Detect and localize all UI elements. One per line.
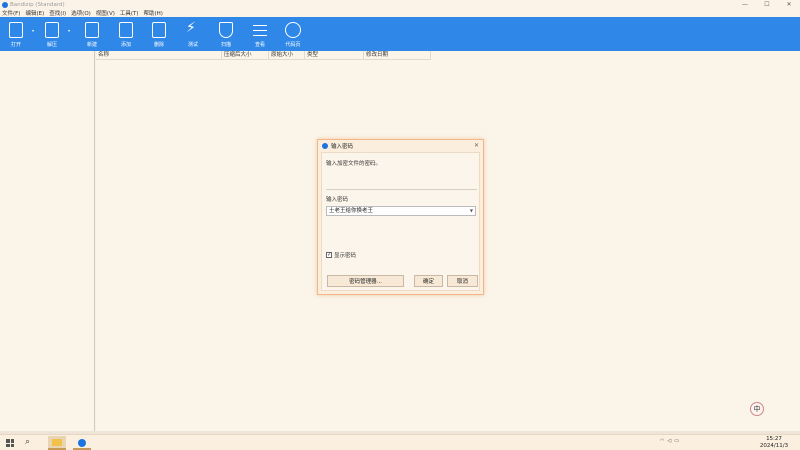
column-compressed-size[interactable]: 压缩后大小 bbox=[222, 51, 269, 60]
cancel-button[interactable]: 取消 bbox=[447, 275, 478, 287]
ok-button[interactable]: 确定 bbox=[414, 275, 443, 287]
password-value: 土老王给你换老王 bbox=[329, 208, 374, 214]
lightning-icon bbox=[186, 20, 200, 38]
divider bbox=[326, 189, 477, 190]
system-tray: ◠ ◁ ▭ bbox=[660, 438, 682, 444]
menu-find[interactable]: 查找(I) bbox=[49, 9, 66, 17]
search-icon[interactable]: ⌕ bbox=[25, 437, 30, 447]
bandizip-taskbar-icon[interactable] bbox=[73, 436, 91, 450]
open-icon bbox=[9, 22, 23, 38]
delete-button[interactable]: 删除 bbox=[144, 20, 174, 50]
windows-start-icon[interactable] bbox=[6, 439, 14, 447]
show-password-label: 显示密码 bbox=[334, 253, 357, 259]
new-archive-button[interactable]: 新建 bbox=[77, 20, 107, 50]
scan-button[interactable]: 扫描 bbox=[211, 20, 241, 50]
minimize-button[interactable]: — bbox=[734, 0, 756, 9]
shield-icon bbox=[219, 22, 233, 38]
column-name[interactable]: 名称 bbox=[96, 51, 222, 60]
file-explorer-icon[interactable] bbox=[48, 436, 66, 450]
toolbar: 打开 ▾ 解压 ▾ 新建 添加 删除 测试 扫描 查看 代码页 bbox=[0, 17, 800, 51]
chevron-down-icon[interactable]: ▼ bbox=[470, 207, 473, 215]
open-button[interactable]: 打开 ▾ bbox=[1, 20, 34, 50]
clock[interactable]: 15:27 2024/11/3 bbox=[754, 436, 794, 449]
folder-tree-pane[interactable] bbox=[0, 51, 95, 431]
column-headers: 名称 压缩后大小 原始大小 类型 修改日期 bbox=[96, 51, 431, 60]
menu-bar: 文件(F) 编辑(E) 查找(I) 选项(O) 视图(V) 工具(T) 帮助(H… bbox=[0, 9, 800, 17]
chevron-down-icon[interactable]: ▾ bbox=[32, 28, 34, 33]
window-title: Bandizip (Standard) bbox=[10, 1, 65, 8]
extract-icon bbox=[45, 22, 59, 38]
menu-options[interactable]: 选项(O) bbox=[71, 9, 91, 17]
show-password-option[interactable]: ✓ 显示密码 bbox=[326, 251, 356, 259]
battery-icon[interactable]: ▭ bbox=[674, 438, 679, 444]
menu-file[interactable]: 文件(F) bbox=[2, 9, 20, 17]
password-label: 输入密码 bbox=[326, 197, 349, 203]
add-file-icon bbox=[119, 22, 133, 38]
delete-file-icon bbox=[152, 22, 166, 38]
maximize-button[interactable]: ☐ bbox=[756, 0, 778, 9]
show-password-checkbox[interactable]: ✓ bbox=[326, 252, 332, 258]
menu-view[interactable]: 视图(V) bbox=[96, 9, 115, 17]
globe-icon bbox=[285, 22, 301, 38]
password-input[interactable]: 土老王给你换老王 ▼ bbox=[326, 206, 476, 216]
dialog-title-bar: 输入密码 bbox=[318, 140, 483, 151]
column-type[interactable]: 类型 bbox=[305, 51, 364, 60]
dialog-body: 输入加密文件的密码。 输入密码 土老王给你换老王 ▼ ✓ 显示密码 密码管理器.… bbox=[321, 152, 480, 291]
chevron-down-icon[interactable]: ▾ bbox=[68, 28, 70, 33]
ime-indicator[interactable]: 中 bbox=[750, 402, 764, 416]
password-dialog: 输入密码 ✕ 输入加密文件的密码。 输入密码 土老王给你换老王 ▼ ✓ 显示密码… bbox=[317, 139, 484, 295]
window-controls: — ☐ ✕ bbox=[734, 0, 800, 9]
menu-tools[interactable]: 工具(T) bbox=[120, 9, 139, 17]
menu-edit[interactable]: 编辑(E) bbox=[25, 9, 44, 17]
dialog-prompt: 输入加密文件的密码。 bbox=[326, 161, 382, 167]
menu-help[interactable]: 帮助(H) bbox=[144, 9, 163, 17]
wifi-icon[interactable]: ◠ bbox=[660, 438, 664, 444]
title-bar: Bandizip (Standard) — ☐ ✕ bbox=[0, 0, 800, 9]
bandizip-logo-icon bbox=[2, 1, 8, 8]
view-button[interactable]: 查看 bbox=[245, 20, 275, 50]
list-icon bbox=[253, 22, 267, 38]
taskbar: ⌕ ◠ ◁ ▭ 15:27 2024/11/3 bbox=[0, 434, 800, 450]
test-button[interactable]: 测试 bbox=[178, 20, 208, 50]
password-manager-button[interactable]: 密码管理器... bbox=[327, 275, 404, 287]
column-original-size[interactable]: 原始大小 bbox=[269, 51, 305, 60]
dialog-close-icon[interactable]: ✕ bbox=[474, 142, 479, 149]
clock-date: 2024/11/3 bbox=[759, 442, 789, 449]
add-button[interactable]: 添加 bbox=[111, 20, 141, 50]
archive-icon bbox=[85, 22, 99, 38]
bandizip-logo-icon bbox=[322, 142, 328, 149]
volume-icon[interactable]: ◁ bbox=[667, 438, 671, 444]
column-modified-date[interactable]: 修改日期 bbox=[364, 51, 431, 60]
dialog-title: 输入密码 bbox=[331, 143, 354, 150]
codepage-button[interactable]: 代码页 bbox=[278, 20, 308, 50]
extract-button[interactable]: 解压 ▾ bbox=[37, 20, 70, 50]
close-button[interactable]: ✕ bbox=[778, 0, 800, 9]
